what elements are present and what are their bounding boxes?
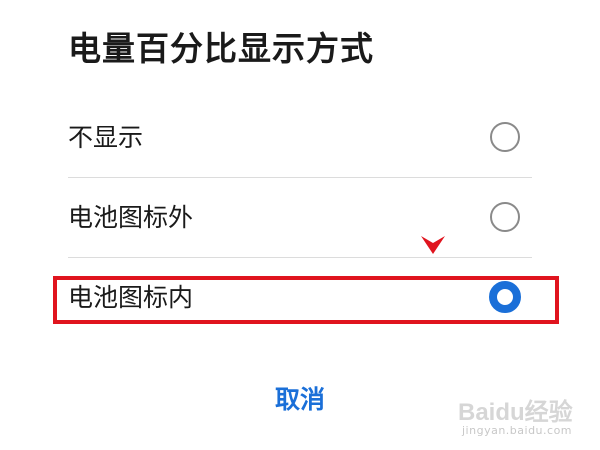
radio-unchecked-icon[interactable] <box>490 202 520 232</box>
radio-unchecked-icon[interactable] <box>490 122 520 152</box>
option-hidden[interactable]: 不显示 <box>0 98 600 178</box>
arrow-pointer-icon <box>421 236 445 254</box>
highlight-annotation-box <box>53 276 559 324</box>
dialog-title: 电量百分比显示方式 <box>68 29 374 68</box>
option-outside-battery-icon[interactable]: 电池图标外 <box>0 178 600 258</box>
watermark-url-text: jingyan.baidu.com <box>462 424 573 437</box>
watermark-logo: Baidu经验 jingyan.baidu.com <box>458 384 578 440</box>
battery-percentage-dialog: 电量百分比显示方式 不显示 电池图标外 电池图标内 取消 Baidu经验 jin… <box>0 0 600 450</box>
option-label: 不显示 <box>68 123 144 152</box>
watermark-main-text: Baidu经验 <box>458 399 573 426</box>
option-label: 电池图标外 <box>68 203 194 232</box>
